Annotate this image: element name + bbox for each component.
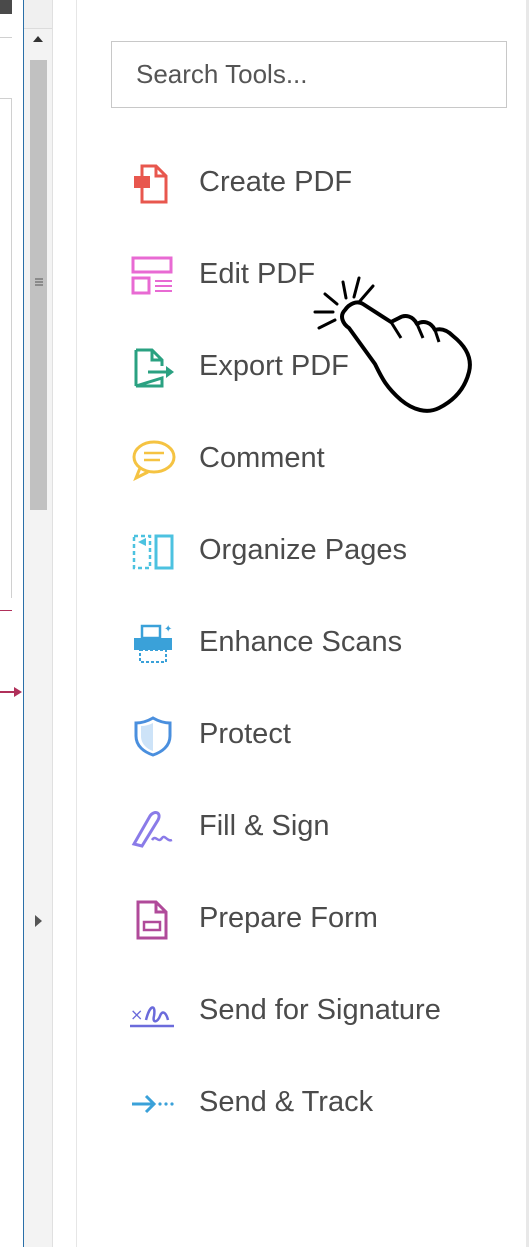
- tool-send-track[interactable]: Send & Track: [128, 1074, 508, 1134]
- tool-label: Comment: [199, 442, 325, 474]
- tool-label: Edit PDF: [199, 258, 316, 290]
- document-rule: [11, 98, 12, 598]
- column-divider: [76, 0, 77, 1247]
- fill-sign-icon: [131, 811, 173, 848]
- tool-label: Enhance Scans: [199, 626, 403, 658]
- tool-create-pdf[interactable]: Create PDF: [128, 154, 508, 214]
- tool-prepare-form[interactable]: Prepare Form: [128, 890, 508, 950]
- column-divider: [52, 0, 53, 1247]
- create-pdf-icon: [134, 164, 168, 204]
- tool-label: Send for Signature: [199, 994, 441, 1026]
- shield-icon: [134, 716, 172, 757]
- expand-panel-icon[interactable]: [33, 913, 43, 929]
- scroll-up-icon[interactable]: [32, 34, 44, 44]
- tool-enhance-scans[interactable]: ✦ Enhance Scans: [128, 614, 508, 674]
- tool-label: Fill & Sign: [199, 810, 330, 842]
- tool-comment[interactable]: Comment: [128, 430, 508, 490]
- tool-label: Protect: [199, 718, 291, 750]
- document-edge: [0, 0, 24, 1247]
- search-tools-input[interactable]: [111, 41, 507, 108]
- hand-pointer-icon: [313, 276, 472, 413]
- document-rule: [0, 37, 12, 38]
- tool-label: Create PDF: [199, 166, 353, 198]
- send-for-signature-icon: ×: [130, 1005, 174, 1028]
- tool-label: Send & Track: [199, 1086, 374, 1118]
- scrollbar[interactable]: [24, 0, 52, 1247]
- prepare-form-icon: [136, 900, 168, 940]
- document-thumbnail-edge: [0, 0, 12, 14]
- svg-text:✦: ✦: [164, 624, 172, 635]
- tool-label: Prepare Form: [199, 902, 378, 934]
- scrollbar-cap: [24, 0, 52, 29]
- tool-label: Organize Pages: [199, 534, 407, 566]
- tool-send-for-signature[interactable]: × Send for Signature: [128, 982, 508, 1042]
- export-pdf-icon: [134, 348, 174, 388]
- arrow-right-icon: [0, 687, 22, 697]
- edit-pdf-icon: [131, 256, 173, 295]
- tool-protect[interactable]: Protect: [128, 706, 508, 766]
- grip-icon: [35, 278, 43, 286]
- enhance-scans-icon: ✦: [134, 624, 172, 663]
- send-track-icon: [132, 1094, 174, 1114]
- organize-pages-icon: [132, 534, 174, 570]
- svg-text:×: ×: [130, 1005, 143, 1024]
- tool-organize-pages[interactable]: Organize Pages: [128, 522, 508, 582]
- tool-fill-sign[interactable]: Fill & Sign: [128, 798, 508, 858]
- document-rule: [0, 610, 12, 611]
- comment-icon: [132, 440, 176, 482]
